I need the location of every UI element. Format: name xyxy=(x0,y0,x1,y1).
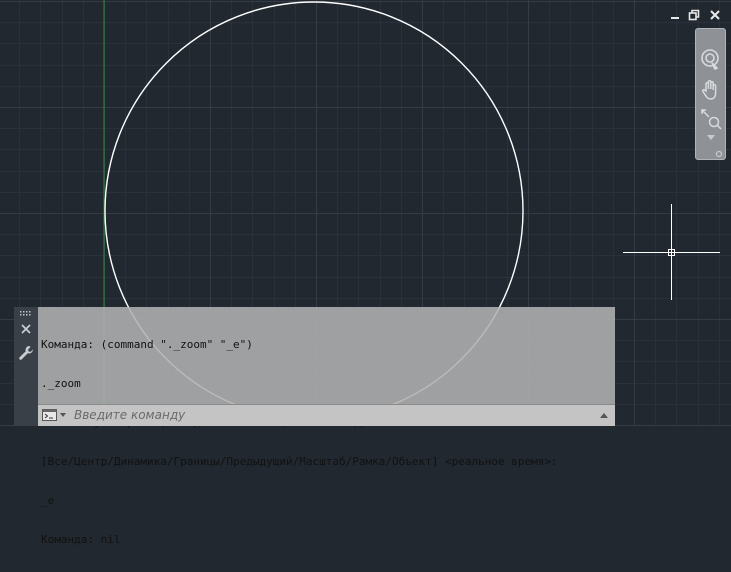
zoom-icon xyxy=(701,109,722,130)
zoom-dropdown-arrow[interactable] xyxy=(707,135,715,141)
history-line: Команда: (command "._zoom" "_e") xyxy=(41,338,253,351)
pan-button[interactable] xyxy=(699,78,723,102)
restore-icon xyxy=(688,9,700,21)
history-line: ._zoom xyxy=(41,377,81,390)
command-line-panel: Команда: (command "._zoom" "_e") ._zoom … xyxy=(14,307,615,546)
command-line-side-bar xyxy=(14,307,38,426)
chevron-down-icon xyxy=(707,135,715,140)
command-prompt-icon xyxy=(42,409,66,421)
pan-icon xyxy=(701,80,717,100)
gear-icon xyxy=(715,150,723,158)
close-icon xyxy=(710,10,720,20)
command-prompt-button[interactable] xyxy=(42,409,68,422)
zoom-button[interactable] xyxy=(699,107,723,131)
command-input-row xyxy=(38,404,615,426)
history-line: Команда: nil xyxy=(41,533,121,546)
close-button[interactable] xyxy=(709,9,721,21)
steering-wheel-button[interactable] xyxy=(699,47,723,71)
chevron-up-icon xyxy=(600,413,608,418)
navigation-bar xyxy=(695,28,726,160)
restore-button[interactable] xyxy=(688,9,700,21)
command-history: Команда: (command "._zoom" "_e") ._zoom … xyxy=(38,307,615,546)
steering-wheel-icon xyxy=(701,49,719,71)
customize-wrench-icon xyxy=(19,346,33,360)
close-icon xyxy=(21,324,31,334)
customize-button[interactable] xyxy=(17,344,35,362)
grip-handle[interactable] xyxy=(17,309,35,317)
history-line: _e xyxy=(41,494,55,507)
grip-icon xyxy=(20,311,31,316)
history-line: [Все/Центр/Динамика/Границы/Предыдущий/М… xyxy=(41,455,558,468)
crosshair-cursor xyxy=(623,204,720,300)
history-toggle-button[interactable] xyxy=(599,410,609,420)
command-line-close-button[interactable] xyxy=(17,320,35,338)
command-input[interactable] xyxy=(74,407,594,423)
minimize-button[interactable] xyxy=(669,9,681,21)
navbar-options-button[interactable] xyxy=(715,150,723,158)
minimize-icon xyxy=(671,17,679,19)
